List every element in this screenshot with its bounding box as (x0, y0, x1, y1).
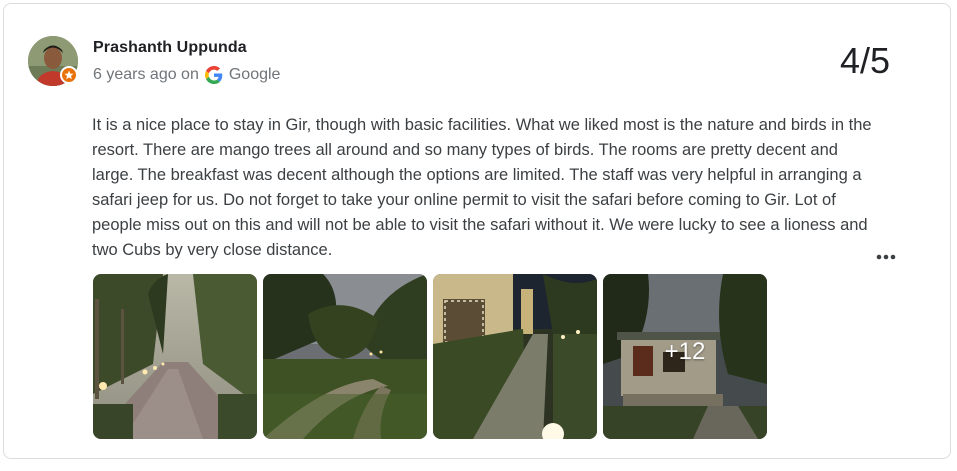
local-guide-badge-icon (60, 66, 78, 84)
review-photo[interactable] (433, 274, 597, 439)
review-time: 6 years ago on (93, 66, 199, 83)
more-photos-count: +12 (664, 337, 706, 365)
review-photo-more[interactable]: +12 (603, 274, 767, 439)
google-logo-icon (204, 66, 223, 84)
review-source[interactable]: Google (229, 66, 281, 84)
review-photo[interactable] (263, 274, 427, 439)
more-options-button[interactable] (873, 244, 899, 268)
review-text: It is a nice place to stay in Gir, thoug… (92, 116, 872, 259)
review-card: Prashanth Uppunda 6 years ago on Google … (3, 3, 951, 459)
review-photo[interactable] (93, 274, 257, 439)
review-rating: 4/5 (840, 40, 891, 81)
review-meta: 6 years ago on Google (93, 64, 280, 86)
reviewer-name[interactable]: Prashanth Uppunda (93, 39, 247, 57)
more-options-icon (876, 247, 896, 265)
